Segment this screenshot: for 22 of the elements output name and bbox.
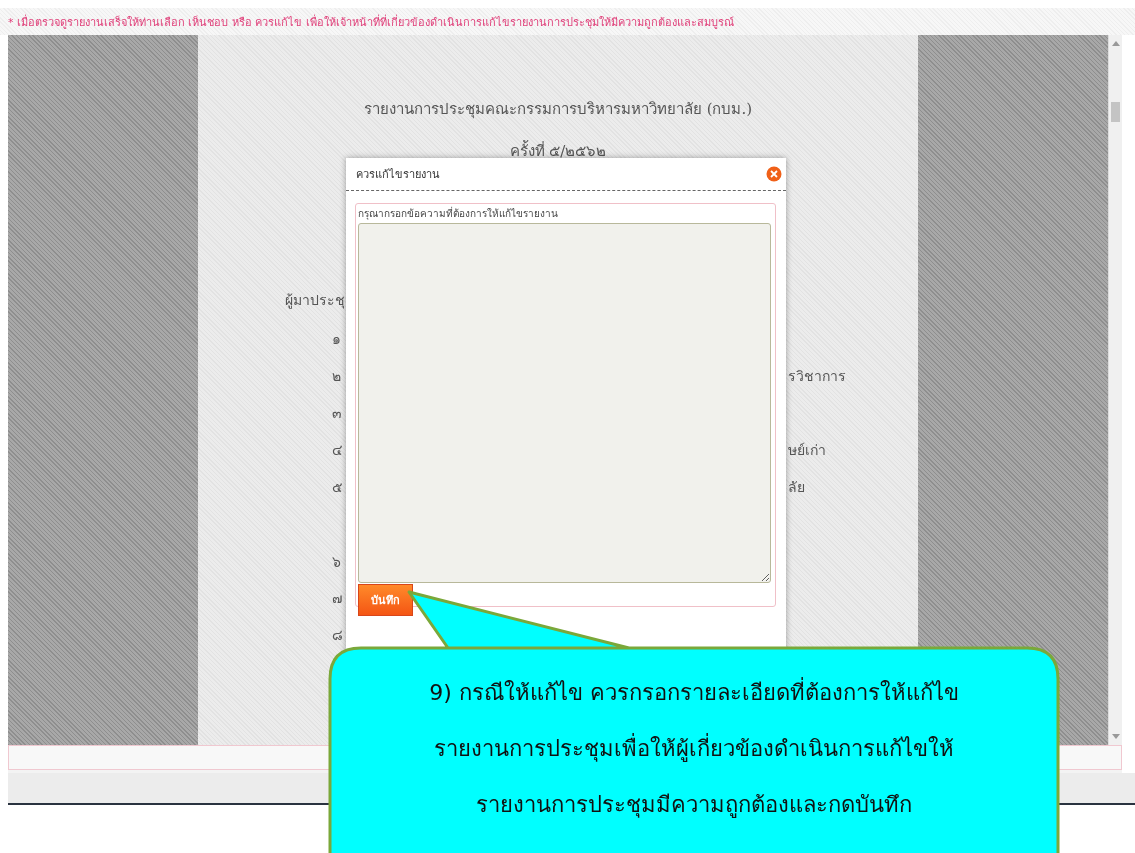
comment-field[interactable] xyxy=(358,223,771,583)
item-text: รวิชาการ xyxy=(788,367,846,386)
item-number: ๔ xyxy=(332,441,343,460)
item-number: ๕ xyxy=(332,478,343,497)
close-icon[interactable] xyxy=(766,166,782,182)
section-heading: ผู้มาประชุ xyxy=(285,291,346,311)
scrollbar[interactable] xyxy=(1108,35,1122,745)
item-text: ษย์เก่า xyxy=(788,441,826,460)
instruction-note: * เมื่อตรวจดูรายงานเสร็จให้ท่านเลือก เห็นชอบ หรือ ควรแก้ไข เพื่อให้เจ้าหน้าที่ที่เกี่ยวข้องดำเนินการแก้ไขรายงานการประชุมให้มีความถูกต้องและสมบูรณ์ xyxy=(8,13,734,31)
dialog-title: ควรแก้ไขรายงาน xyxy=(356,167,440,183)
session-number: ครั้งที่ ๕/๒๕๖๒ xyxy=(508,139,608,162)
item-text: ลัย xyxy=(788,478,805,497)
item-number: ๒ xyxy=(332,367,341,386)
save-button[interactable]: บันทึก xyxy=(358,584,413,616)
callout-text: 9) กรณีให้แก้ไข ควรกรอกรายละเอียดที่ต้องการให้แก้ไข รายงานการประชุมเพื่อให้ผู้เกี่ยวข้องดำเนินการแก้ไขให้ รายงานการประชุมมีความถูกต้องและกดบันทึก xyxy=(429,665,959,833)
document-title: รายงานการประชุมคณะกรรมการบริหารมหาวิทยาลัย (กบม.) xyxy=(362,99,754,121)
item-number: ๘ xyxy=(332,626,343,645)
item-number: ๓ xyxy=(332,404,342,423)
field-label: กรุณากรอกข้อความที่ต้องการให้แก้ไขรายงาน xyxy=(358,206,559,221)
item-number: ๖ xyxy=(332,552,341,571)
item-number: ๑ xyxy=(332,330,341,349)
item-number: ๗ xyxy=(332,589,343,608)
